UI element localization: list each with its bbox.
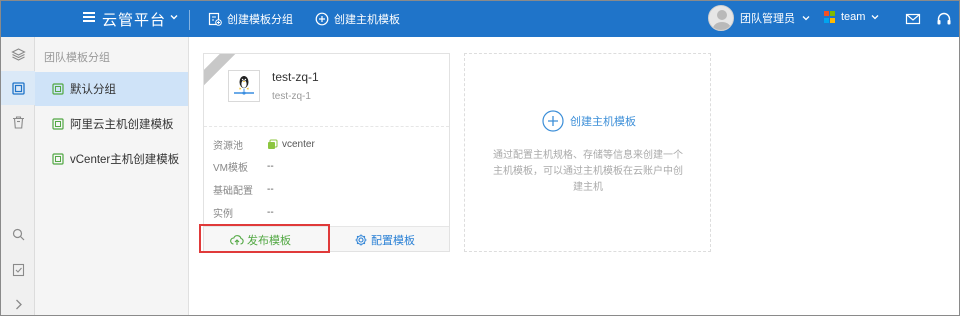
sidebar-item-aliyun-templates[interactable]: 阿里云主机创建模板 [35,107,188,141]
rail-search[interactable] [1,217,35,251]
field-label: 实例 [213,209,233,220]
sidebar-item-label: 默认分组 [70,84,116,96]
configure-template-label: 配置模板 [371,235,415,247]
chevron-down-icon [802,16,810,21]
search-icon [12,228,24,240]
group-icon [52,118,64,130]
field-basic-config: 基础配置 -- [213,182,274,197]
os-image [228,70,260,102]
app-title[interactable]: 云管平台 [102,9,166,30]
linux-penguin-icon [234,76,254,95]
chevron-down-icon [872,15,879,20]
layers-icon [10,47,26,61]
field-value: -- [267,207,274,218]
trash-icon [12,115,24,129]
plus-circle-icon [542,110,564,132]
icon-rail [1,37,35,315]
vcenter-icon [268,139,278,149]
template-name[interactable]: test-zq-1 [272,70,319,84]
rail-checklist[interactable] [1,252,35,286]
folder-add-icon [208,12,222,26]
sidebar-item-label: 阿里云主机创建模板 [70,119,174,131]
divider [204,126,449,127]
highlight-annotation-box [199,224,330,253]
host-template-card[interactable]: test-zq-1 test-zq-1 资源池 vcenter VM模板 -- … [203,53,450,252]
sidebar-item-vcenter-templates[interactable]: vCenter主机创建模板 [35,142,188,176]
create-host-template-button[interactable]: 创建主机模板 [315,11,400,27]
sidebar-title: 团队模板分组 [44,52,110,64]
resource-pool-value: vcenter [282,139,315,150]
plus-circle-icon [315,12,329,26]
field-resource-pool: 资源池 vcenter [213,137,315,152]
field-label: 基础配置 [213,186,253,197]
avatar [708,5,734,31]
divider [189,10,190,30]
group-icon [52,153,64,165]
create-template-group-label: 创建模板分组 [227,14,293,26]
template-group-sidebar: 团队模板分组 默认分组 阿里云主机创建模板 vCenter主机创建模板 [35,37,189,315]
template-subtitle: test-zq-1 [272,91,311,102]
field-value: -- [267,161,274,172]
create-card-description: 通过配置主机规格、存储等信息来创建一个主机模板，可以通过主机模板在云账户中创建主… [493,150,683,193]
configure-template-button[interactable]: 配置模板 [354,232,415,248]
team-switcher[interactable]: team [824,11,880,23]
rail-layers[interactable] [1,37,35,71]
sidebar-item-default-group[interactable]: 默认分组 [35,72,188,106]
create-host-template-card[interactable]: 创建主机模板 通过配置主机规格、存储等信息来创建一个主机模板，可以通过主机模板在… [464,53,711,252]
template-icon [11,81,25,95]
group-icon [52,83,64,95]
team-logo-icon [824,11,836,23]
user-name: 团队管理员 [740,13,795,25]
field-value: -- [267,184,274,195]
user-menu[interactable]: 团队管理员 [708,5,811,31]
team-name: team [841,11,866,23]
app-window: 云管平台 创建模板分组 创建主机模板 团队管理员 team 团队模板分组 默认分… [0,0,960,316]
rail-recycle-bin[interactable] [1,105,35,139]
create-template-group-button[interactable]: 创建模板分组 [208,11,293,27]
create-host-template-card-label: 创建主机模板 [570,116,636,128]
headset-icon[interactable] [936,11,952,27]
sidebar-item-label: vCenter主机创建模板 [70,154,180,166]
create-host-template-card-button[interactable]: 创建主机模板 [542,110,636,132]
expand-icon [15,299,22,309]
create-host-template-label: 创建主机模板 [334,14,400,26]
gear-icon [355,234,367,246]
field-vm-template: VM模板 -- [213,159,274,174]
top-navigation-bar: 云管平台 创建模板分组 创建主机模板 团队管理员 team [1,1,959,37]
chevron-down-icon[interactable] [169,12,179,22]
menu-icon[interactable] [83,12,95,22]
mail-icon[interactable] [905,11,921,27]
field-label: VM模板 [213,163,248,174]
field-instances: 实例 -- [213,205,274,220]
rail-templates[interactable] [1,71,35,105]
field-label: 资源池 [213,141,243,152]
checklist-icon [12,263,24,276]
rail-expand[interactable] [1,287,35,315]
field-value: vcenter [267,137,315,152]
